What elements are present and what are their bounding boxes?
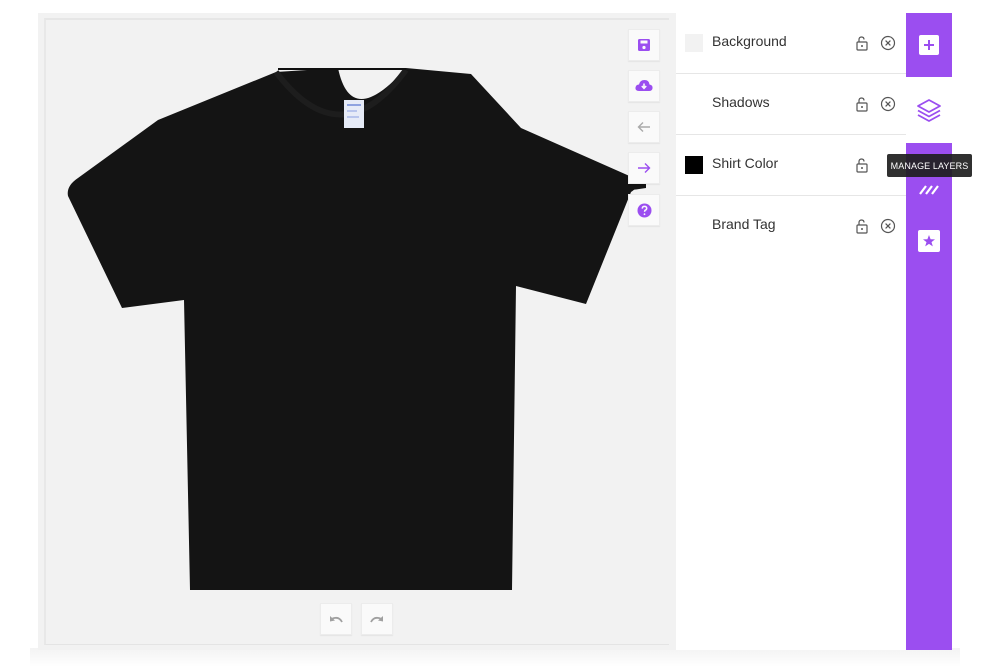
back-button[interactable]	[628, 111, 660, 143]
layer-swatch[interactable]	[685, 34, 703, 52]
redo-icon	[370, 616, 383, 623]
sidebar-item-layers[interactable]	[906, 77, 952, 143]
tshirt-mockup[interactable]	[66, 66, 656, 594]
layer-row-shirt-color[interactable]: Shirt Color	[676, 135, 906, 196]
save-icon	[638, 39, 650, 51]
sidebar-item-add[interactable]	[906, 13, 952, 77]
save-button[interactable]	[628, 29, 660, 61]
undo-icon	[330, 616, 343, 623]
layers-panel: Background Shadows Shirt Color Brand Tag	[676, 13, 906, 650]
unlock-icon[interactable]	[854, 35, 870, 51]
undo-button[interactable]	[320, 603, 352, 635]
help-button[interactable]	[628, 194, 660, 226]
tooltip: MANAGE LAYERS	[887, 154, 972, 177]
redo-button[interactable]	[361, 603, 393, 635]
layer-label: Shirt Color	[712, 155, 779, 171]
unlock-icon[interactable]	[854, 157, 870, 173]
bottom-shadow	[30, 648, 960, 667]
pattern-icon	[919, 185, 939, 195]
forward-button[interactable]	[628, 152, 660, 184]
sidebar-item-favorites[interactable]	[906, 228, 952, 254]
layer-label: Background	[712, 33, 787, 49]
arrow-right-icon	[638, 163, 651, 173]
layer-row-shadows[interactable]: Shadows	[676, 74, 906, 135]
layers-icon	[917, 99, 941, 122]
tshirt-body	[67, 68, 637, 590]
unlock-icon[interactable]	[854, 218, 870, 234]
sidebar-fill	[906, 143, 952, 650]
arrow-left-icon	[637, 122, 650, 132]
remove-layer-icon[interactable]	[880, 35, 896, 51]
download-button[interactable]	[628, 70, 660, 102]
remove-layer-icon[interactable]	[880, 96, 896, 112]
help-icon	[637, 203, 651, 217]
layer-row-background[interactable]: Background	[676, 13, 906, 74]
cloud-download-icon	[635, 80, 653, 91]
remove-layer-icon[interactable]	[880, 218, 896, 234]
layer-swatch[interactable]	[685, 156, 703, 174]
star-icon	[918, 230, 940, 252]
sidebar	[906, 13, 952, 650]
layer-label: Shadows	[712, 94, 770, 110]
unlock-icon[interactable]	[854, 96, 870, 112]
layer-label: Brand Tag	[712, 216, 776, 232]
plus-icon	[919, 35, 939, 55]
layer-row-brand-tag[interactable]: Brand Tag	[676, 196, 906, 257]
